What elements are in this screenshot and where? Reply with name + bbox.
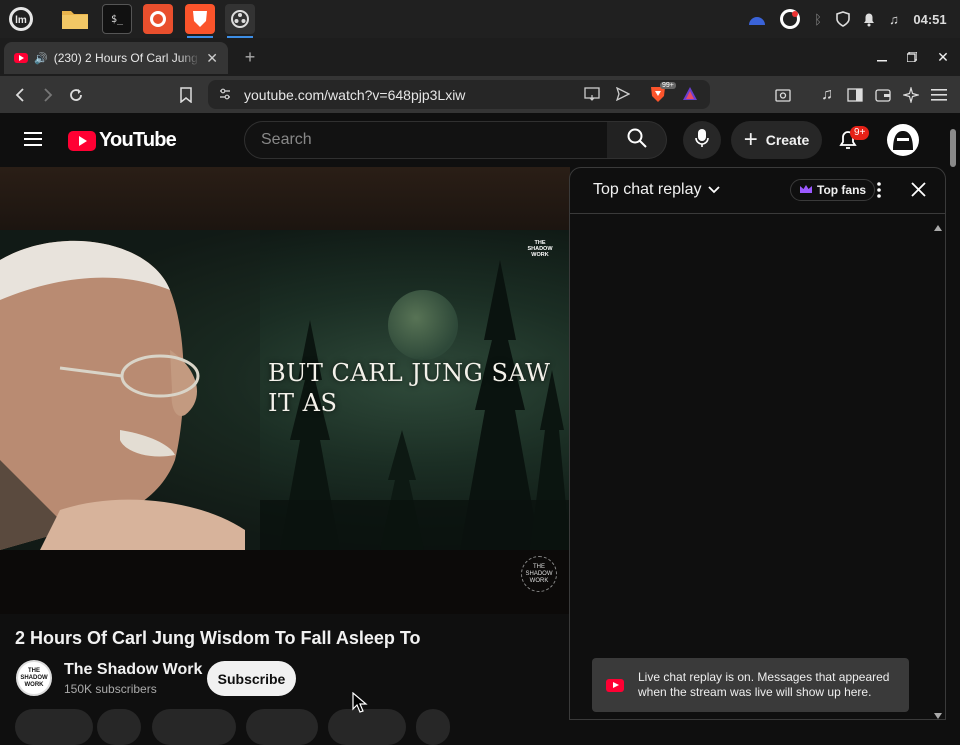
search-input[interactable]: Search: [244, 121, 608, 159]
back-icon[interactable]: [7, 82, 33, 108]
cast-icon[interactable]: [584, 87, 600, 106]
wallet-icon[interactable]: [870, 82, 896, 108]
plus-icon: +: [743, 126, 758, 153]
close-chat-icon[interactable]: [911, 182, 926, 202]
chat-mode-dropdown[interactable]: Top chat replay: [593, 181, 720, 199]
hooded-avatar-icon: [890, 127, 916, 153]
subscriber-count: 150K subscribers: [64, 682, 157, 696]
obs-icon[interactable]: [225, 4, 255, 34]
chat-notice-text: Live chat replay is on. Messages that ap…: [638, 670, 890, 699]
youtube-play-logo-icon: [68, 130, 96, 151]
video-player[interactable]: BUT CARL JUNG SAW IT AS THE SHADOW WORK …: [0, 167, 570, 614]
minimize-window-button[interactable]: [872, 48, 892, 66]
search-placeholder: Search: [261, 131, 312, 148]
chat-replay-notice: Live chat replay is on. Messages that ap…: [592, 658, 909, 712]
like-button[interactable]: [15, 709, 93, 745]
close-tab-icon[interactable]: ✕: [206, 50, 218, 67]
browser-tab[interactable]: 🔊 (230) 2 Hours Of Carl Jung Wisdom To F…: [4, 42, 228, 74]
close-window-button[interactable]: ✕: [933, 48, 953, 66]
more-actions-button[interactable]: [416, 709, 450, 745]
system-clock[interactable]: 04:51: [910, 8, 950, 30]
chat-scroll-down-icon[interactable]: [934, 706, 942, 724]
shield-icon[interactable]: [834, 8, 852, 30]
brave-browser-icon[interactable]: [185, 4, 215, 34]
youtube-header: YouTube Search + Create 9+: [0, 113, 960, 167]
browser-toolbar: youtube.com/watch?v=648pjp3Lxiw 99+ ♫: [0, 76, 960, 113]
chat-more-options-icon[interactable]: [877, 182, 881, 203]
maximize-window-button[interactable]: [902, 48, 922, 66]
extension-badge: 99+: [660, 82, 676, 89]
top-fans-chip[interactable]: Top fans: [790, 179, 876, 201]
channel-avatar[interactable]: THE SHADOW WORK: [16, 660, 52, 696]
firefox-icon[interactable]: [143, 4, 173, 34]
page-scrollbar[interactable]: [946, 113, 960, 720]
scrollbar-thumb[interactable]: [950, 129, 956, 167]
account-avatar[interactable]: [887, 124, 919, 156]
music-note-icon[interactable]: ♫: [884, 8, 904, 30]
create-label: Create: [765, 132, 810, 148]
bluetooth-icon[interactable]: ᛒ: [810, 8, 826, 30]
media-controls-icon[interactable]: ♫: [814, 82, 840, 108]
chat-header: Top chat replay Top fans: [570, 168, 945, 214]
mint-menu-icon[interactable]: lm: [6, 4, 36, 34]
chat-scroll-up-icon[interactable]: [934, 218, 942, 236]
mouse-pointer-icon: [352, 691, 368, 719]
notifications-button[interactable]: 9+: [836, 126, 870, 156]
voice-search-button[interactable]: [683, 121, 721, 159]
svg-text:lm: lm: [15, 15, 27, 26]
audio-playing-icon[interactable]: 🔊: [34, 52, 48, 65]
youtube-logo[interactable]: YouTube: [68, 129, 177, 152]
guide-menu-icon[interactable]: [24, 131, 42, 152]
address-bar[interactable]: youtube.com/watch?v=648pjp3Lxiw 99+: [208, 80, 710, 109]
terminal-icon[interactable]: $_: [102, 4, 132, 34]
download-button[interactable]: [246, 709, 318, 745]
tab-title: (230) 2 Hours Of Carl Jung Wisdom To Fal…: [53, 51, 201, 65]
search-button[interactable]: [607, 121, 667, 159]
url-text[interactable]: youtube.com/watch?v=648pjp3Lxiw: [244, 87, 465, 103]
channel-name[interactable]: The Shadow Work: [64, 661, 202, 679]
sidebar-toggle-icon[interactable]: [842, 82, 868, 108]
obs-tray-icon[interactable]: [778, 8, 802, 30]
dislike-button[interactable]: [97, 709, 141, 745]
notification-bell-icon[interactable]: [860, 8, 878, 30]
carl-jung-portrait: [0, 230, 260, 550]
search-icon: [627, 128, 647, 153]
share-send-icon[interactable]: [615, 86, 631, 106]
vpn-tray-icon[interactable]: [746, 8, 768, 30]
leo-ai-icon[interactable]: [898, 82, 924, 108]
forward-icon[interactable]: [35, 82, 61, 108]
new-tab-button[interactable]: +: [240, 47, 260, 67]
chat-mode-label: Top chat replay: [593, 181, 702, 198]
youtube-logo-text: YouTube: [99, 129, 177, 151]
browser-menu-icon[interactable]: [926, 82, 952, 108]
reload-icon[interactable]: [63, 82, 89, 108]
share-button[interactable]: [152, 709, 236, 745]
os-taskbar: lm $_ ᛒ ♫ 04:51: [0, 0, 960, 38]
site-info-icon[interactable]: [218, 87, 232, 106]
video-frame: BUT CARL JUNG SAW IT AS THE SHADOW WORK: [0, 230, 570, 550]
chevron-down-icon: [707, 181, 720, 199]
browser-tab-strip: 🔊 (230) 2 Hours Of Carl Jung Wisdom To F…: [0, 38, 960, 76]
video-caption: BUT CARL JUNG SAW IT AS: [268, 359, 551, 417]
crown-icon: [799, 183, 813, 197]
top-fans-label: Top fans: [817, 183, 867, 197]
subscribe-button[interactable]: Subscribe: [207, 661, 296, 696]
youtube-notice-icon: [606, 678, 624, 692]
live-chat-panel: Top chat replay Top fans Live chat repla…: [569, 167, 946, 720]
channel-watermark-bottom: THE SHADOW WORK: [521, 556, 557, 592]
notification-count-badge: 9+: [850, 126, 870, 140]
brave-rewards-icon[interactable]: [682, 86, 698, 107]
reader-mode-icon[interactable]: [770, 82, 796, 108]
create-button[interactable]: + Create: [731, 121, 822, 159]
video-title: 2 Hours Of Carl Jung Wisdom To Fall Asle…: [15, 628, 421, 648]
youtube-favicon-icon: [14, 53, 28, 63]
bookmark-icon[interactable]: [173, 82, 199, 108]
files-folder-icon[interactable]: [60, 4, 90, 34]
channel-watermark-top: THE SHADOW WORK: [527, 240, 553, 258]
microphone-icon: [695, 128, 709, 153]
